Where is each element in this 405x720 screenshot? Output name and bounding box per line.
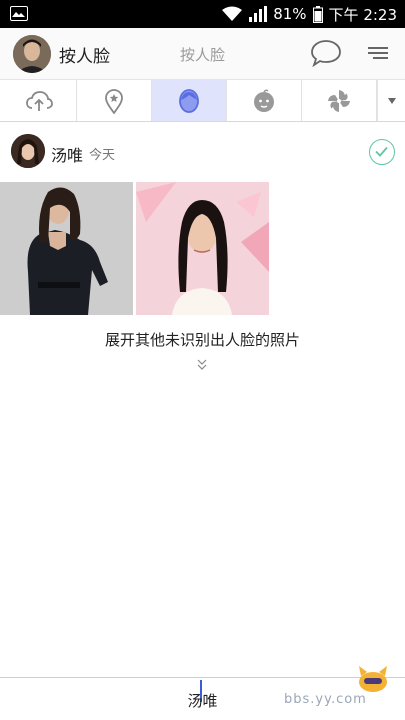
chat-bubble-icon	[311, 40, 341, 68]
photo-thumbnail[interactable]	[0, 182, 133, 315]
cloud-upload-icon	[26, 90, 53, 111]
baby-face-icon	[254, 88, 274, 112]
photo-thumbnail[interactable]	[136, 182, 269, 315]
user-avatar[interactable]	[13, 35, 51, 73]
status-bar: 81% 下午 2:23	[0, 0, 405, 28]
checkmark-icon	[375, 146, 388, 157]
tab-location[interactable]	[77, 80, 152, 121]
location-pin-icon	[105, 88, 123, 114]
watermark-text: bbs.yy.com	[284, 692, 367, 707]
person-group-header[interactable]: 汤唯 今天	[0, 130, 405, 174]
menu-button[interactable]	[366, 42, 390, 66]
tab-pinwheel[interactable]	[302, 80, 377, 121]
category-tab-bar	[0, 80, 405, 122]
clock: 下午 2:23	[328, 5, 397, 24]
double-chevron-down-icon[interactable]	[196, 358, 208, 372]
signal-icon	[249, 6, 268, 22]
tab-faces[interactable]	[152, 80, 227, 121]
person-name: 汤唯	[51, 146, 84, 165]
dropdown-arrow-icon	[387, 97, 396, 104]
gallery-notification-icon	[10, 6, 28, 21]
select-group-button[interactable]	[369, 139, 395, 165]
battery-percent: 81%	[273, 5, 307, 23]
tab-cloud[interactable]	[2, 80, 77, 121]
pinwheel-icon	[328, 89, 350, 112]
view-mode-title[interactable]: 按人脸	[180, 46, 225, 64]
menu-lines-icon	[368, 47, 388, 59]
person-avatar[interactable]	[11, 134, 45, 168]
tab-baby[interactable]	[227, 80, 302, 121]
group-date: 今天	[89, 148, 116, 163]
battery-icon	[312, 5, 323, 23]
app-title: 按人脸	[59, 47, 110, 67]
more-categories-button[interactable]	[377, 80, 405, 121]
wifi-icon	[221, 6, 243, 22]
face-icon	[179, 88, 199, 113]
watermark-mascot-icon	[359, 666, 387, 692]
app-header: 按人脸 按人脸	[0, 28, 405, 80]
chat-button[interactable]	[310, 38, 342, 68]
expand-unrecognized-link[interactable]: 展开其他未识别出人脸的照片	[0, 329, 405, 350]
